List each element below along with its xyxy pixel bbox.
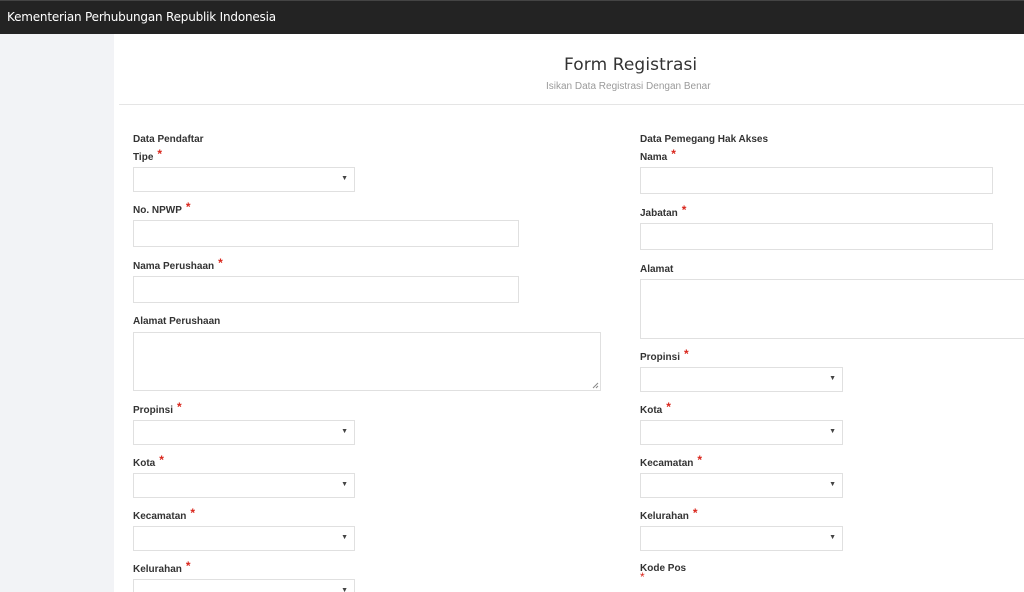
nama-perusahaan-input[interactable] bbox=[133, 276, 519, 303]
required-marker: * bbox=[185, 200, 191, 214]
form-subtitle: Isikan Data Registrasi Dengan Benar bbox=[546, 81, 711, 92]
required-marker: * bbox=[177, 400, 182, 414]
required-marker: * bbox=[157, 147, 163, 161]
chevron-down-icon: ▼ bbox=[829, 481, 836, 488]
label-nama: Nama * bbox=[640, 147, 676, 163]
label-propinsi-akses: Propinsi * bbox=[640, 347, 689, 363]
chevron-down-icon: ▼ bbox=[341, 481, 348, 488]
label-jabatan: Jabatan * bbox=[640, 203, 687, 219]
nama-input[interactable] bbox=[640, 167, 993, 194]
chevron-down-icon: ▼ bbox=[341, 175, 348, 182]
required-marker: * bbox=[697, 453, 703, 467]
alamat-perusahaan-textarea[interactable] bbox=[133, 332, 601, 391]
jabatan-input[interactable] bbox=[640, 223, 993, 250]
required-marker: * bbox=[218, 256, 223, 270]
label-kota: Kota * bbox=[133, 453, 164, 469]
label-nama-perusahaan: Nama Perushaan * bbox=[133, 256, 223, 272]
required-marker: * bbox=[190, 506, 196, 520]
label-kota-akses: Kota * bbox=[640, 400, 671, 416]
label-kelurahan-akses: Kelurahan * bbox=[640, 506, 698, 522]
label-kode-pos: Kode Pos bbox=[640, 563, 687, 574]
required-marker: * bbox=[681, 203, 687, 217]
section-data-pendaftar: Data Pendaftar bbox=[133, 134, 204, 145]
propinsi-select[interactable]: ▼ bbox=[133, 420, 355, 445]
label-kecamatan: Kecamatan * bbox=[133, 506, 196, 522]
section-data-pemegang-hak-akses: Data Pemegang Hak Akses bbox=[640, 134, 769, 145]
form-panel: Form Registrasi Isikan Data Registrasi D… bbox=[114, 34, 1024, 592]
required-marker: * bbox=[640, 570, 645, 584]
chevron-down-icon: ▼ bbox=[829, 428, 836, 435]
chevron-down-icon: ▼ bbox=[341, 587, 348, 592]
alamat-textarea[interactable] bbox=[640, 279, 1024, 339]
label-alamat: Alamat bbox=[640, 264, 674, 275]
npwp-input[interactable] bbox=[133, 220, 519, 247]
kelurahan-select[interactable]: ▼ bbox=[133, 579, 355, 592]
kelurahan-akses-select[interactable]: ▼ bbox=[640, 526, 843, 551]
required-marker: * bbox=[185, 559, 191, 573]
required-marker: * bbox=[684, 347, 689, 361]
app-title[interactable]: Kementerian Perhubungan Republik Indones… bbox=[7, 10, 276, 24]
divider bbox=[119, 104, 1024, 105]
resize-handle-icon[interactable] bbox=[592, 382, 599, 389]
label-propinsi: Propinsi * bbox=[133, 400, 182, 416]
propinsi-akses-select[interactable]: ▼ bbox=[640, 367, 843, 392]
required-marker: * bbox=[159, 453, 164, 467]
chevron-down-icon: ▼ bbox=[341, 428, 348, 435]
label-kelurahan: Kelurahan * bbox=[133, 559, 191, 575]
label-npwp: No. NPWP * bbox=[133, 200, 191, 216]
chevron-down-icon: ▼ bbox=[829, 534, 836, 541]
required-marker: * bbox=[692, 506, 698, 520]
chevron-down-icon: ▼ bbox=[829, 375, 836, 382]
required-marker: * bbox=[666, 400, 671, 414]
tipe-select[interactable]: ▼ bbox=[133, 167, 355, 192]
label-kecamatan-akses: Kecamatan * bbox=[640, 453, 703, 469]
form-title: Form Registrasi bbox=[564, 55, 698, 75]
top-navbar: Kementerian Perhubungan Republik Indones… bbox=[0, 0, 1024, 34]
kecamatan-akses-select[interactable]: ▼ bbox=[640, 473, 843, 498]
label-tipe: Tipe * bbox=[133, 147, 163, 163]
label-alamat-perusahaan: Alamat Perushaan bbox=[133, 316, 221, 327]
kota-akses-select[interactable]: ▼ bbox=[640, 420, 843, 445]
kota-select[interactable]: ▼ bbox=[133, 473, 355, 498]
required-marker: * bbox=[671, 147, 676, 161]
kecamatan-select[interactable]: ▼ bbox=[133, 526, 355, 551]
sidebar bbox=[0, 34, 114, 592]
chevron-down-icon: ▼ bbox=[341, 534, 348, 541]
